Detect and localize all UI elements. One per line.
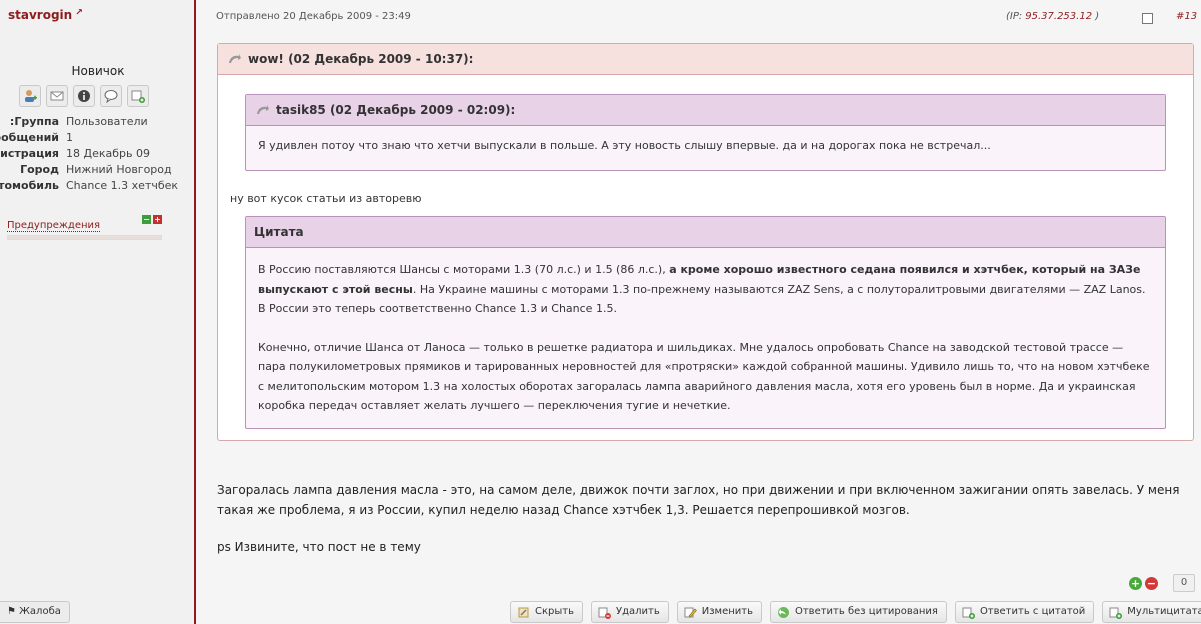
citation-text: В Россию поставляются Шансы с моторами 1…: [246, 248, 1165, 428]
speech-bubble-icon: [104, 90, 118, 103]
delete-icon: [598, 607, 611, 619]
hide-icon: [518, 607, 529, 617]
quote-inner-header: tasik85 (02 Декабрь 2009 - 02:09): “”: [246, 95, 1165, 126]
user-comments-button[interactable]: [100, 85, 122, 107]
citation-paragraph-2: Конечно, отличие Шанса от Ланоса — тольк…: [258, 340, 1150, 413]
rating-count: 0: [1173, 574, 1195, 592]
citation-text-part: В Россию поставляются Шансы с моторами 1…: [258, 263, 670, 276]
username-text[interactable]: stavrogin: [8, 8, 72, 22]
quote-mark-icon: “”: [1078, 95, 1147, 125]
quote-middle-text: ну вот кусок статьи из авторевю: [230, 192, 422, 205]
warning-decrease-icon[interactable]: −: [142, 215, 151, 224]
add-user-icon: [25, 90, 37, 102]
citation-header: Цитата “”: [246, 217, 1165, 248]
info-row-car: Автомобиль: Chance 1.3 хетчбек: [0, 178, 196, 194]
hide-label: Скрыть: [535, 606, 574, 617]
quote-outer-header: wow! (02 Декабрь 2009 - 10:37): “”: [218, 44, 1193, 75]
post-action-bar: Скрыть Удалить Изменить Ответить без цит…: [510, 601, 1201, 623]
info-label: Автомобиль:: [0, 179, 59, 192]
report-button[interactable]: ⚑ Жалоба: [0, 601, 70, 623]
warning-level-bar: [7, 235, 162, 240]
info-row-city: Город Нижний Новгород: [0, 162, 196, 178]
user-sidebar: stavrogin ↗ Новичок Группа: Пользователи …: [0, 0, 196, 624]
post-rating: + − 0: [1129, 574, 1195, 592]
info-value: Нижний Новгород: [66, 163, 172, 176]
rate-up-icon[interactable]: +: [1129, 576, 1142, 590]
multiquote-icon: [1109, 607, 1123, 619]
post-ip: (IP: 95.37.253.12 ): [1006, 11, 1099, 22]
info-label: Группа:: [9, 115, 59, 128]
external-link-icon[interactable]: ↗: [75, 8, 83, 18]
edit-button[interactable]: Изменить: [676, 601, 762, 623]
report-label: Жалоба: [19, 606, 61, 617]
info-row-posts: Сообщений: 1: [0, 130, 196, 146]
multiquote-button[interactable]: Мультицитата: [1102, 601, 1201, 623]
info-row-group: Группа: Пользователи: [0, 114, 196, 130]
report-flag-icon: ⚑: [7, 606, 16, 617]
info-label: Сообщений:: [0, 131, 59, 144]
reply-without-quote-label: Ответить без цитирования: [794, 606, 938, 617]
warnings-section: Предупреждения − +: [7, 215, 162, 240]
quote-mark-icon: “”: [1106, 44, 1175, 74]
add-contact-icon: [131, 90, 145, 103]
envelope-icon: [50, 91, 64, 101]
edit-label: Изменить: [701, 606, 753, 617]
reply-with-quote-button[interactable]: Ответить с цитатой: [954, 601, 1095, 623]
user-actions: [19, 85, 149, 107]
warning-controls: − +: [142, 215, 162, 224]
post-ps-text: ps Извините, что пост не в тему: [217, 540, 421, 554]
user-rank: Новичок: [71, 64, 125, 78]
info-value: Chance 1.3 хетчбек: [66, 179, 179, 192]
quote-arrow-icon[interactable]: [256, 104, 269, 116]
add-contact-button[interactable]: [127, 85, 149, 107]
info-value: 1: [66, 131, 73, 144]
citation-title: Цитата: [254, 225, 304, 239]
user-info-button[interactable]: [73, 85, 95, 107]
user-info-list: Группа: Пользователи Сообщений: 1 Регист…: [0, 114, 196, 194]
quote-outer-title: wow! (02 Декабрь 2009 - 10:37):: [248, 52, 474, 66]
username-link[interactable]: stavrogin ↗: [8, 8, 83, 22]
ip-prefix: (IP:: [1006, 11, 1026, 22]
send-message-button[interactable]: [46, 85, 68, 107]
edit-icon: [684, 607, 697, 617]
warning-increase-icon[interactable]: +: [153, 215, 162, 224]
post-number-link[interactable]: #13: [1176, 11, 1197, 22]
multiquote-label: Мультицитата: [1127, 606, 1201, 617]
ip-link[interactable]: 95.37.253.12: [1025, 11, 1092, 22]
info-label: Город: [20, 163, 59, 176]
rate-down-icon[interactable]: −: [1145, 576, 1158, 590]
post-body-text: Загоралась лампа давления масла - это, н…: [217, 483, 1180, 517]
post-main: Отправлено 20 Декабрь 2009 - 23:49 (IP: …: [198, 0, 1201, 624]
info-row-registration: Регистрация: 18 Декабрь 09: [0, 146, 196, 162]
quote-reply-icon: [962, 607, 975, 619]
ip-suffix: ): [1092, 11, 1100, 22]
hide-button[interactable]: Скрыть: [510, 601, 583, 623]
quote-inner-text: Я удивлен потоу что знаю что хетчи выпус…: [258, 139, 991, 152]
post-date: Отправлено 20 Декабрь 2009 - 23:49: [216, 11, 411, 22]
quote-arrow-icon[interactable]: [228, 53, 241, 65]
info-value: 18 Декабрь 09: [66, 147, 150, 160]
citation-block: Цитата “” В Россию поставляются Шансы с …: [245, 216, 1166, 429]
reply-icon: [777, 606, 789, 618]
quote-inner: tasik85 (02 Декабрь 2009 - 02:09): “” Я …: [245, 94, 1166, 171]
quote-outer: wow! (02 Декабрь 2009 - 10:37): “” tasik…: [217, 43, 1194, 441]
add-friend-button[interactable]: [19, 85, 41, 107]
reply-without-quote-button[interactable]: Ответить без цитирования: [769, 601, 947, 623]
select-post-checkbox[interactable]: [1142, 13, 1153, 24]
info-label: Регистрация:: [0, 147, 59, 160]
quote-mark-icon: “”: [1078, 217, 1147, 247]
info-value: Пользователи: [66, 115, 148, 128]
delete-button[interactable]: Удалить: [590, 601, 669, 623]
info-icon: [78, 90, 90, 102]
warnings-label[interactable]: Предупреждения: [7, 220, 101, 232]
reply-with-quote-label: Ответить с цитатой: [979, 606, 1086, 617]
quote-inner-title: tasik85 (02 Декабрь 2009 - 02:09):: [276, 103, 516, 117]
delete-label: Удалить: [615, 606, 660, 617]
